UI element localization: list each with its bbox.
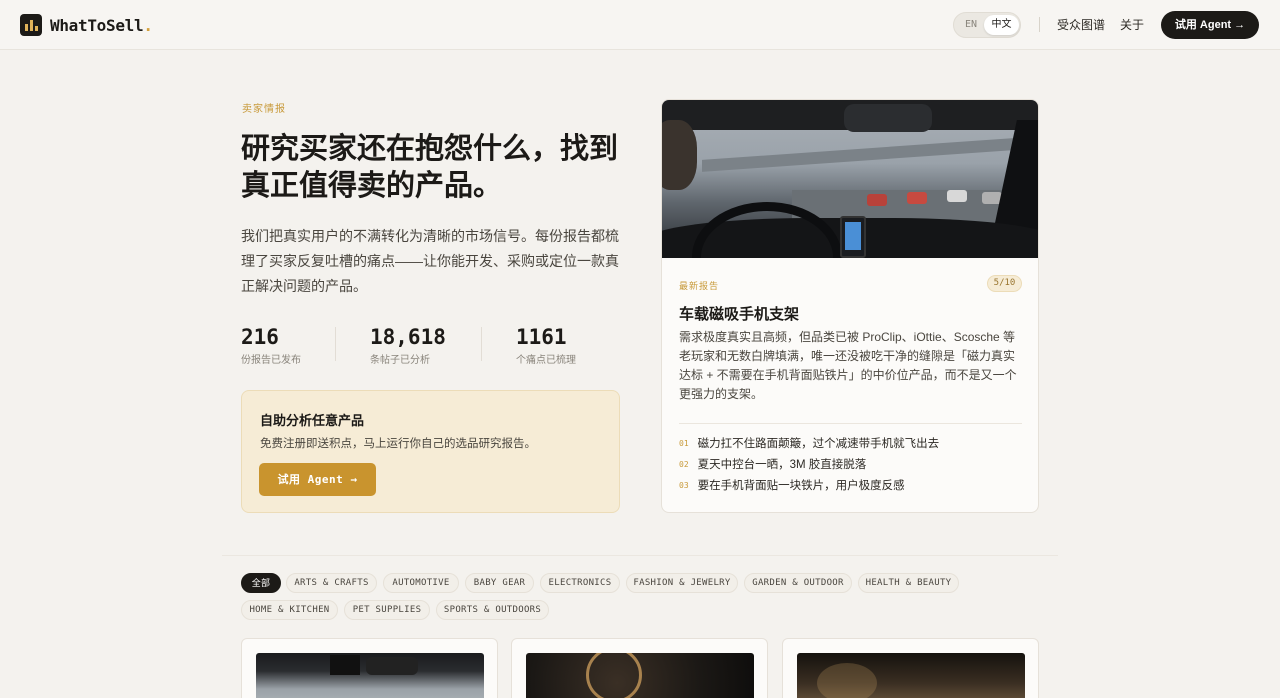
lang-en-option[interactable]: EN [958,16,984,34]
report-card[interactable] [241,638,498,698]
report-card-image [797,653,1025,698]
stat-label: 个痛点已梳理 [516,355,576,366]
stat-value: 216 [241,325,279,349]
stat-pain-points: 1161 个痛点已梳理 [516,324,576,366]
filter-chip-baby-gear[interactable]: BABY GEAR [465,573,534,593]
pain-point-number: 02 [679,459,689,469]
pain-point-item: 02 夏天中控台一晒，3M 胶直接脱落 [679,456,866,472]
pain-point-item: 03 要在手机背面贴一块铁片，用户极度反感 [679,477,905,493]
divider [679,423,1022,424]
filter-chip-electronics[interactable]: ELECTRONICS [540,573,620,593]
pain-point-number: 01 [679,438,689,448]
hero-title: 研究买家还在抱怨什么，找到真正值得卖的产品。 [241,131,619,202]
language-toggle[interactable]: EN 中文 [953,12,1021,38]
stat-value: 1161 [516,325,567,349]
filter-chip-sports-outdoors[interactable]: SPORTS & OUTDOORS [436,600,549,620]
pain-point-text: 磁力扛不住路面颠簸，过个减速带手机就飞出去 [697,438,940,450]
phone-mount-icon [840,216,866,258]
nav-about[interactable]: 关于 [1120,16,1144,33]
try-agent-button[interactable]: 试用 Agent → [1161,11,1259,39]
hero-eyebrow: 卖家情报 [242,104,286,115]
filter-chip-all[interactable]: 全部 [241,573,281,593]
nav-audience-map[interactable]: 受众图谱 [1057,16,1105,33]
featured-report-card[interactable]: 最新报告 5/10 车载磁吸手机支架 需求极度真实且高频，但品类已被 ProCl… [661,99,1039,513]
filter-chip-health-beauty[interactable]: HEALTH & BEAUTY [858,573,959,593]
report-title: 车载磁吸手机支架 [679,305,800,323]
report-card-image [526,653,754,698]
self-serve-title: 自助分析任意产品 [260,414,365,429]
score-badge: 5/10 [987,275,1022,292]
logo-text: WhatToSell [50,15,144,35]
pain-point-text: 要在手机背面贴一块铁片，用户极度反感 [697,480,905,492]
stat-label: 份报告已发布 [241,355,301,366]
featured-report-image [662,100,1038,258]
filter-chip-garden-outdoor[interactable]: GARDEN & OUTDOOR [744,573,852,593]
nav-divider [1039,17,1040,32]
filter-chip-home-kitchen[interactable]: HOME & KITCHEN [241,600,338,620]
stat-reports: 216 份报告已发布 [241,324,301,366]
latest-report-tag: 最新报告 [679,281,720,291]
self-serve-box: 自助分析任意产品 免费注册即送积点，马上运行你自己的选品研究报告。 试用 Age… [241,390,620,513]
stat-posts: 18,618 条帖子已分析 [370,324,446,366]
stat-divider [481,327,482,361]
stat-divider [335,327,336,361]
stat-label: 条帖子已分析 [370,355,430,366]
section-divider [222,555,1058,556]
pain-point-item: 01 磁力扛不住路面颠簸，过个减速带手机就飞出去 [679,435,939,451]
filter-chip-fashion-jewelry[interactable]: FASHION & JEWELRY [626,573,738,593]
filter-chip-automotive[interactable]: AUTOMOTIVE [383,573,459,593]
bar-chart-icon [20,14,42,36]
report-description: 需求极度真实且高频，但品类已被 ProClip、iOttie、Scosche 等… [679,330,1017,401]
report-card[interactable] [782,638,1039,698]
report-card-image [256,653,484,698]
filter-chip-pet-supplies[interactable]: PET SUPPLIES [344,600,430,620]
logo[interactable]: WhatToSell . [20,14,153,36]
hero-description: 我们把真实用户的不满转化为清晰的市场信号。每份报告都梳理了买家反复吐槽的痛点——… [241,228,619,294]
lang-zh-option[interactable]: 中文 [984,15,1019,35]
top-header: WhatToSell . EN 中文 受众图谱 关于 试用 Agent → [0,0,1280,50]
self-serve-description: 免费注册即送积点，马上运行你自己的选品研究报告。 [260,438,536,450]
stat-value: 18,618 [370,325,446,349]
pain-point-text: 夏天中控台一晒，3M 胶直接脱落 [697,459,867,471]
self-serve-try-agent-button[interactable]: 试用 Agent → [259,463,376,496]
report-card[interactable] [511,638,768,698]
logo-dot: . [143,15,153,35]
filter-chip-arts-crafts[interactable]: ARTS & CRAFTS [286,573,377,593]
pain-point-number: 03 [679,480,689,490]
